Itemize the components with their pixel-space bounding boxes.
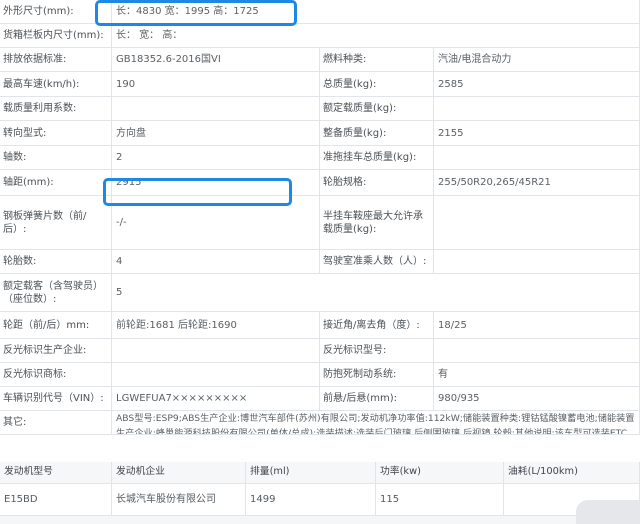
tire-count-label: 轮胎数: — [0, 250, 112, 274]
corner-overlay — [576, 500, 640, 524]
trailer-mass-value — [434, 146, 640, 170]
track-width-label: 轮距（前/后）mm: — [0, 312, 112, 339]
rated-load-label: 额定载质量(kg): — [320, 97, 434, 121]
reflector-model-value — [434, 339, 640, 363]
emission-standard-label: 排放依据标准: — [0, 48, 112, 72]
other-notes-value: ABS型号:ESP9;ABS生产企业:博世汽车部件(苏州)有限公司;发动机净功率… — [112, 411, 640, 435]
axle-count-value: 2 — [112, 146, 320, 170]
steering-type-value: 方向盘 — [112, 121, 320, 146]
abs-value: 有 — [434, 363, 640, 387]
overhang-value: 980/935 — [434, 387, 640, 411]
tire-spec-label: 轮胎规格: — [320, 170, 434, 196]
vehicle-spec-sheet: 外形尺寸(mm): 长：4830 宽：1995 高：1725 货箱栏板内尺寸(m… — [0, 0, 640, 524]
engine-power-value: 115 — [376, 484, 504, 516]
trailer-mass-label: 准拖挂车总质量(kg): — [320, 146, 434, 170]
track-width-value: 前轮距:1681 后轮距:1690 — [112, 312, 320, 339]
fifth-wheel-load-value — [434, 196, 640, 250]
approach-departure-value: 18/25 — [434, 312, 640, 339]
engine-header-model: 发动机型号 — [0, 462, 112, 484]
approach-departure-label: 接近角/离去角（度）: — [320, 312, 434, 339]
tire-count-value: 4 — [112, 250, 320, 274]
gross-mass-value: 2585 — [434, 72, 640, 97]
dimensions-highlight — [95, 0, 297, 26]
curb-mass-value: 2155 — [434, 121, 640, 146]
load-factor-label: 载质量利用系数: — [0, 97, 112, 121]
reflector-brand-value — [112, 363, 320, 387]
engine-model-value: E15BD — [0, 484, 112, 516]
engine-header-fuel-consumption: 油耗(L/100km) — [504, 462, 640, 484]
fuel-type-label: 燃料种类: — [320, 48, 434, 72]
other-notes-label: 其它: — [0, 411, 112, 435]
rated-passengers-value: 5 — [112, 274, 640, 312]
fuel-type-value: 汽油/电混合动力 — [434, 48, 640, 72]
reflector-brand-label: 反光标识商标: — [0, 363, 112, 387]
engine-displacement-value: 1499 — [246, 484, 376, 516]
leaf-spring-label: 钢板弹簧片数（前/后）: — [0, 196, 112, 250]
engine-header-power: 功率(kw) — [376, 462, 504, 484]
reflector-model-label: 反光标识型号: — [320, 339, 434, 363]
emission-standard-value: GB18352.6-2016国VI — [112, 48, 320, 72]
fifth-wheel-load-label: 半挂车鞍座最大允许承载质量(kg): — [320, 196, 434, 250]
vin-value: LGWEFUA7××××××××× — [112, 387, 320, 411]
engine-header-displacement: 排量(ml) — [246, 462, 376, 484]
abs-label: 防抱死制动系统: — [320, 363, 434, 387]
max-speed-label: 最高车速(km/h): — [0, 72, 112, 97]
load-factor-value — [112, 97, 320, 121]
engine-maker-value: 长城汽车股份有限公司 — [112, 484, 246, 516]
engine-header-maker: 发动机企业 — [112, 462, 246, 484]
rated-passengers-label: 额定载客（含驾驶员）（座位数）: — [0, 274, 112, 312]
cab-seats-value — [434, 250, 640, 274]
overhang-label: 前悬/后悬(mm): — [320, 387, 434, 411]
wheelbase-highlight — [103, 178, 292, 206]
curb-mass-label: 整备质量(kg): — [320, 121, 434, 146]
rated-load-value — [434, 97, 640, 121]
cargo-box-size-value: 长： 宽： 高： — [112, 24, 640, 48]
cab-seats-label: 驾驶室准乘人数（人）: — [320, 250, 434, 274]
vin-label: 车辆识别代号（VIN）: — [0, 387, 112, 411]
steering-type-label: 转向型式: — [0, 121, 112, 146]
gross-mass-label: 总质量(kg): — [320, 72, 434, 97]
engine-table: 发动机型号 发动机企业 排量(ml) 功率(kw) 油耗(L/100km) E1… — [0, 462, 640, 524]
axle-count-label: 轴数: — [0, 146, 112, 170]
tire-spec-value: 255/50R20,265/45R21 — [434, 170, 640, 196]
wheelbase-label: 轴距(mm): — [0, 170, 112, 196]
reflector-maker-label: 反光标识生产企业: — [0, 339, 112, 363]
reflector-maker-value — [112, 339, 320, 363]
spec-table: 外形尺寸(mm): 长：4830 宽：1995 高：1725 货箱栏板内尺寸(m… — [0, 0, 640, 462]
cargo-box-size-label: 货箱栏板内尺寸(mm): — [0, 24, 112, 48]
max-speed-value: 190 — [112, 72, 320, 97]
